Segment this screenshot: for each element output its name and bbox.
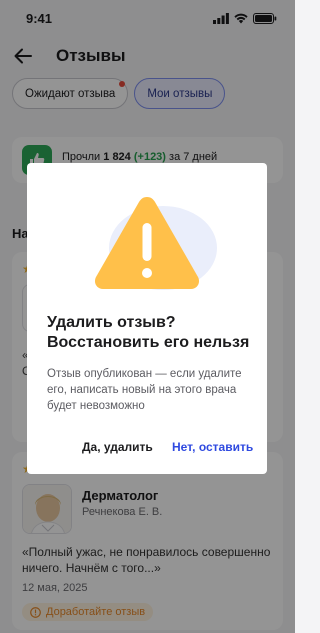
- keep-review-button[interactable]: Нет, оставить: [172, 440, 253, 454]
- warning-icon: [94, 197, 217, 290]
- delete-review-dialog: Удалить отзыв? Восстановить его нельзя О…: [27, 163, 267, 474]
- dialog-title-line: Удалить отзыв?: [47, 314, 176, 331]
- dialog-title: Удалить отзыв? Восстановить его нельзя: [47, 313, 257, 353]
- dialog-message: Отзыв опубликован — если удалите его, на…: [47, 368, 242, 412]
- dialog-title-line: Восстановить его нельзя: [47, 334, 250, 351]
- confirm-delete-button[interactable]: Да, удалить: [82, 440, 153, 454]
